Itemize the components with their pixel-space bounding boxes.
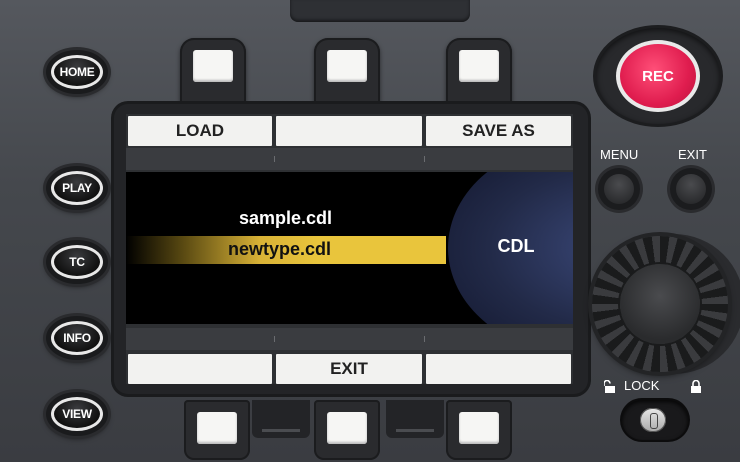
cdl-side-panel: CDL <box>448 172 573 324</box>
menu-button[interactable] <box>598 168 640 210</box>
tc-button[interactable]: TC <box>46 240 108 284</box>
top-softkey-1[interactable] <box>180 38 246 108</box>
top-softkey-3[interactable] <box>446 38 512 108</box>
top-softkey-2[interactable] <box>314 38 380 108</box>
home-button[interactable]: HOME <box>46 50 108 94</box>
bottom-softkey-3[interactable] <box>446 400 512 460</box>
menu-label: MENU <box>600 147 639 162</box>
top-softkey-1-cap[interactable] <box>193 50 233 82</box>
lcd-screen: LOAD SAVE AS sample.cdl newtype.cdl CDL … <box>126 114 573 384</box>
play-button[interactable]: PLAY <box>46 166 108 210</box>
top-divider-strip <box>126 148 573 170</box>
cdl-label: CDL <box>497 236 535 256</box>
rec-ring: REC <box>616 40 700 112</box>
file-item-newtype[interactable]: newtype.cdl <box>228 239 331 260</box>
empty-softkey-label-top[interactable] <box>276 116 422 146</box>
selection-highlight[interactable]: newtype.cdl <box>126 236 446 264</box>
bottom-softkey-1-cap[interactable] <box>197 412 237 444</box>
bottom-tick-2 <box>424 336 425 342</box>
top-tick-1 <box>274 156 275 162</box>
bottom-divider-2-line <box>396 429 434 432</box>
bottom-tick-1 <box>274 336 275 342</box>
bottom-softkey-2-cap[interactable] <box>327 412 367 444</box>
exit-softkey-label[interactable]: EXIT <box>276 354 422 384</box>
empty-softkey-label-bottom-right[interactable] <box>426 354 571 384</box>
bottom-softkey-3-cap[interactable] <box>459 412 499 444</box>
top-softkey-2-cap[interactable] <box>327 50 367 82</box>
lock-icon <box>691 380 701 393</box>
lock-label: LOCK <box>624 378 660 393</box>
camera-control-panel: HOME PLAY TC INFO VIEW LOAD SAVE AS samp… <box>0 0 740 462</box>
tc-button-label: TC <box>51 245 103 279</box>
jog-dial-hub[interactable] <box>620 264 700 344</box>
view-button[interactable]: VIEW <box>46 392 108 436</box>
exit-button[interactable] <box>670 168 712 210</box>
info-button[interactable]: INFO <box>46 316 108 360</box>
info-button-label: INFO <box>51 321 103 355</box>
bottom-divider-1 <box>252 400 310 438</box>
view-button-label: VIEW <box>51 397 103 431</box>
lock-switch[interactable] <box>622 400 688 440</box>
top-notch <box>290 0 470 22</box>
bottom-softkey-2[interactable] <box>314 400 380 460</box>
bottom-divider-1-line <box>262 429 300 432</box>
file-list-area: sample.cdl newtype.cdl CDL <box>126 172 573 324</box>
rec-housing: REC <box>596 28 720 124</box>
play-button-label: PLAY <box>51 171 103 205</box>
file-item-sample[interactable]: sample.cdl <box>239 208 332 229</box>
bottom-divider-2 <box>386 400 444 438</box>
exit-label: EXIT <box>678 147 707 162</box>
rec-button[interactable]: REC <box>620 44 696 108</box>
lock-switch-knob[interactable] <box>640 408 666 432</box>
bottom-divider-strip <box>126 328 573 350</box>
home-button-label: HOME <box>51 55 103 89</box>
jog-dial[interactable] <box>592 236 728 372</box>
top-tick-2 <box>424 156 425 162</box>
unlock-icon <box>604 380 615 393</box>
top-softkey-3-cap[interactable] <box>459 50 499 82</box>
exit-button-cap[interactable] <box>676 174 706 204</box>
empty-softkey-label-bottom-left[interactable] <box>128 354 272 384</box>
bottom-softkey-1[interactable] <box>184 400 250 460</box>
menu-button-cap[interactable] <box>604 174 634 204</box>
save-as-softkey-label[interactable]: SAVE AS <box>426 116 571 146</box>
load-softkey-label[interactable]: LOAD <box>128 116 272 146</box>
